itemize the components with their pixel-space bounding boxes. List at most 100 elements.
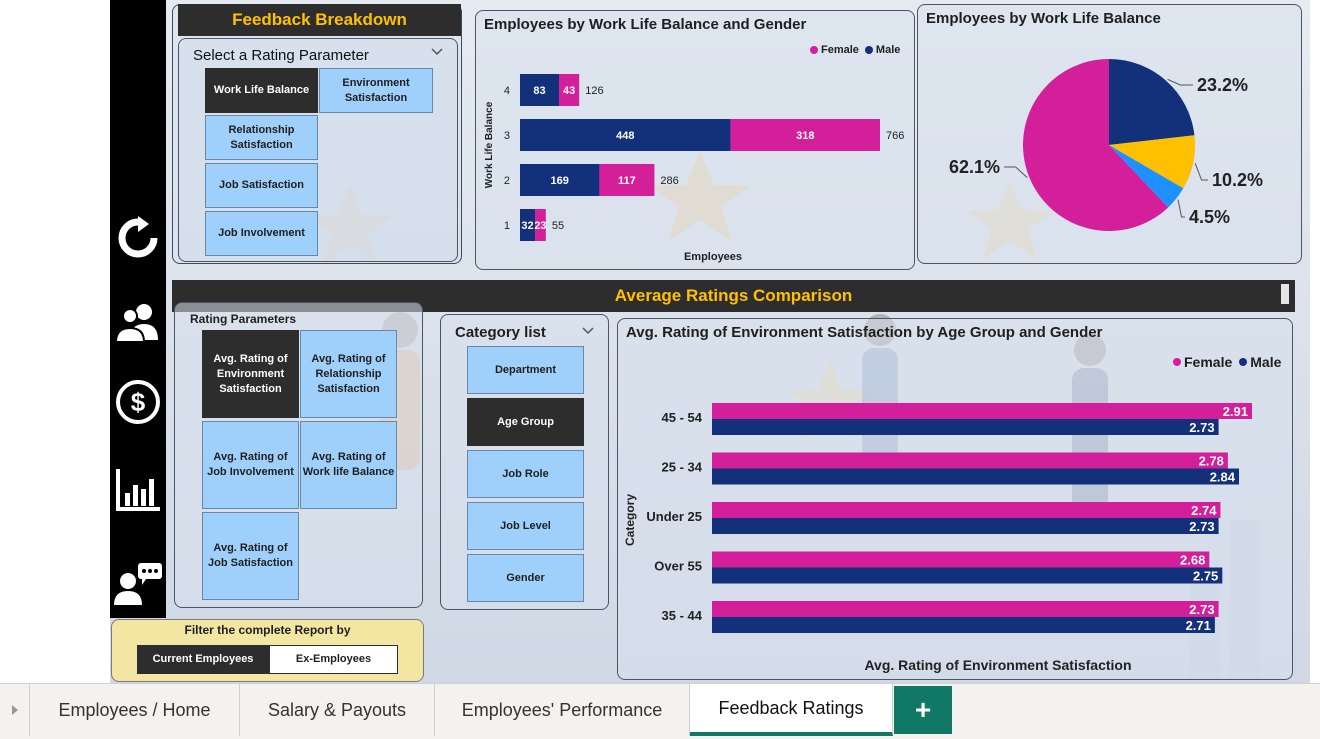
pie-slice-label: 62.1% [949, 157, 1000, 177]
legend-female-dot [810, 46, 818, 54]
chevron-down-icon[interactable] [431, 48, 443, 56]
data-label-female: 2.73 [1189, 602, 1214, 617]
y-axis-title: Category [623, 494, 637, 546]
rating-parameter-slicer-title: Select a Rating Parameter [193, 47, 369, 64]
rating-button-relationship-satisfaction[interactable]: Relationship Satisfaction [205, 115, 318, 160]
param-button-relationship[interactable]: Avg. Rating of Relationship Satisfaction [300, 330, 397, 418]
data-label-male: 83 [533, 85, 545, 97]
x-axis-title: Avg. Rating of Environment Satisfaction [864, 657, 1131, 673]
bar-female [712, 601, 1219, 617]
category-list-title: Category list [455, 324, 546, 341]
data-label-male: 448 [616, 130, 634, 142]
bar-male [712, 567, 1223, 584]
svg-text:$: $ [131, 387, 146, 417]
chevron-down-icon[interactable] [582, 327, 594, 335]
data-label-male: 2.75 [1193, 569, 1218, 584]
y-tick-label: 4 [504, 85, 510, 97]
rating-button-environment-satisfaction[interactable]: Environment Satisfaction [319, 68, 433, 113]
param-button-job-involvement[interactable]: Avg. Rating of Job Involvement [202, 421, 299, 509]
avg-rating-chart-title: Avg. Rating of Environment Satisfaction … [626, 324, 1103, 341]
legend-female-dot [1173, 358, 1181, 366]
navigation-bar: $ [110, 0, 166, 618]
bar-male [712, 518, 1219, 534]
legend-male-label: Male [875, 44, 901, 56]
data-label-male: 32 [521, 220, 533, 232]
data-label-female: 43 [563, 85, 575, 97]
tab-salary-payouts[interactable]: Salary & Payouts [240, 684, 435, 736]
pie-leader-line [1004, 166, 1028, 179]
data-label-female: 23 [534, 220, 546, 232]
people-icon[interactable] [110, 294, 166, 350]
bar-male [712, 617, 1215, 633]
param-button-work-life-balance[interactable]: Avg. Rating of Work life Balance [300, 421, 397, 509]
bar-male [712, 468, 1240, 485]
tab-employees-home[interactable]: Employees / Home [30, 684, 240, 736]
pie-leader-line [1167, 78, 1193, 86]
data-label-male: 2.71 [1186, 618, 1211, 633]
x-axis-title: Employees [684, 251, 742, 263]
data-label-female: 2.74 [1191, 503, 1217, 518]
tab-scroll-left-icon[interactable] [0, 684, 30, 736]
bar-female [712, 551, 1210, 568]
report-filter-title: Filter the complete Report by [184, 623, 351, 637]
dollar-icon[interactable]: $ [110, 374, 166, 430]
refresh-icon[interactable] [110, 210, 166, 266]
legend-female-label: Female [1184, 354, 1233, 370]
data-label-total: 766 [886, 130, 904, 142]
feedback-breakdown-title: Feedback Breakdown [178, 4, 461, 36]
data-label-male: 2.73 [1189, 519, 1214, 534]
y-tick-label: 3 [504, 130, 510, 142]
wlb-gender-stacked-bar-chart: 4 83 43 126 3 448 318 766 2 169 117 286 1 32 23 55 Work … [484, 74, 904, 263]
pie-slice-label: 23.2% [1197, 75, 1248, 95]
bar-female [712, 502, 1221, 518]
wlb-pie-chart-title: Employees by Work Life Balance [926, 10, 1161, 27]
rating-button-job-involvement[interactable]: Job Involvement [205, 211, 318, 256]
canvas: $ Feedback Breakdown Select a Rating Par… [0, 0, 1320, 739]
category-button-age-group[interactable]: Age Group [467, 398, 584, 446]
data-label-female: 2.78 [1199, 454, 1224, 469]
page-tab-bar: Employees / Home Salary & Payouts Employ… [0, 683, 1320, 739]
chart-icon[interactable] [110, 462, 166, 518]
y-tick-label: 35 - 44 [662, 608, 703, 623]
tab-feedback-ratings[interactable]: Feedback Ratings [690, 684, 893, 736]
wlb-pie-chart: 62.1% 23.2% 10.2% 4.5% [949, 59, 1263, 232]
data-label-female: 2.68 [1180, 553, 1205, 568]
category-button-job-role[interactable]: Job Role [467, 450, 584, 498]
feedback-icon[interactable] [110, 556, 166, 612]
pie-leader-line [1194, 162, 1208, 181]
data-label-total: 286 [660, 175, 678, 187]
data-label-total: 55 [552, 220, 564, 232]
rating-button-job-satisfaction[interactable]: Job Satisfaction [205, 163, 318, 208]
y-tick-label: Under 25 [646, 509, 702, 524]
rating-parameters-title: Rating Parameters [190, 312, 297, 326]
y-tick-label: 2 [504, 175, 510, 187]
bar-female [712, 452, 1228, 469]
pie-slice-label: 10.2% [1212, 170, 1263, 190]
tab-employees-performance[interactable]: Employees' Performance [435, 684, 690, 736]
filter-ex-employees-button[interactable]: Ex-Employees [269, 645, 398, 674]
add-page-button[interactable]: + [894, 686, 952, 734]
avg-rating-chart-legend: Female Male [1173, 354, 1281, 370]
data-label-female: 2.91 [1223, 404, 1248, 419]
filter-current-employees-button[interactable]: Current Employees [137, 645, 269, 674]
data-label-female: 117 [618, 175, 636, 187]
legend-male-dot [1239, 358, 1248, 366]
param-button-environment[interactable]: Avg. Rating of Environment Satisfaction [202, 330, 299, 418]
pie-leader-line [1177, 199, 1185, 218]
category-button-department[interactable]: Department [467, 346, 584, 394]
data-label-total: 126 [585, 85, 603, 97]
category-button-gender[interactable]: Gender [467, 554, 584, 602]
data-label-male: 169 [551, 175, 569, 187]
y-tick-label: 1 [504, 220, 510, 232]
category-button-job-level[interactable]: Job Level [467, 502, 584, 550]
y-tick-label: Over 55 [654, 559, 702, 574]
bar-male [712, 419, 1219, 435]
legend-female-label: Female [821, 44, 859, 56]
pie-slice-label: 4.5% [1189, 207, 1230, 227]
param-button-job-satisfaction[interactable]: Avg. Rating of Job Satisfaction [202, 512, 299, 600]
rating-button-work-life-balance[interactable]: Work Life Balance [205, 68, 318, 113]
avg-rating-grouped-bar-chart: 45 - 54 2.91 2.73 25 - 34 2.782.84 Under 25 2.… [623, 403, 1252, 673]
wlb-gender-chart-title: Employees by Work Life Balance and Gende… [484, 16, 807, 33]
bar-female [712, 403, 1252, 419]
scroll-handle[interactable] [1281, 284, 1289, 304]
